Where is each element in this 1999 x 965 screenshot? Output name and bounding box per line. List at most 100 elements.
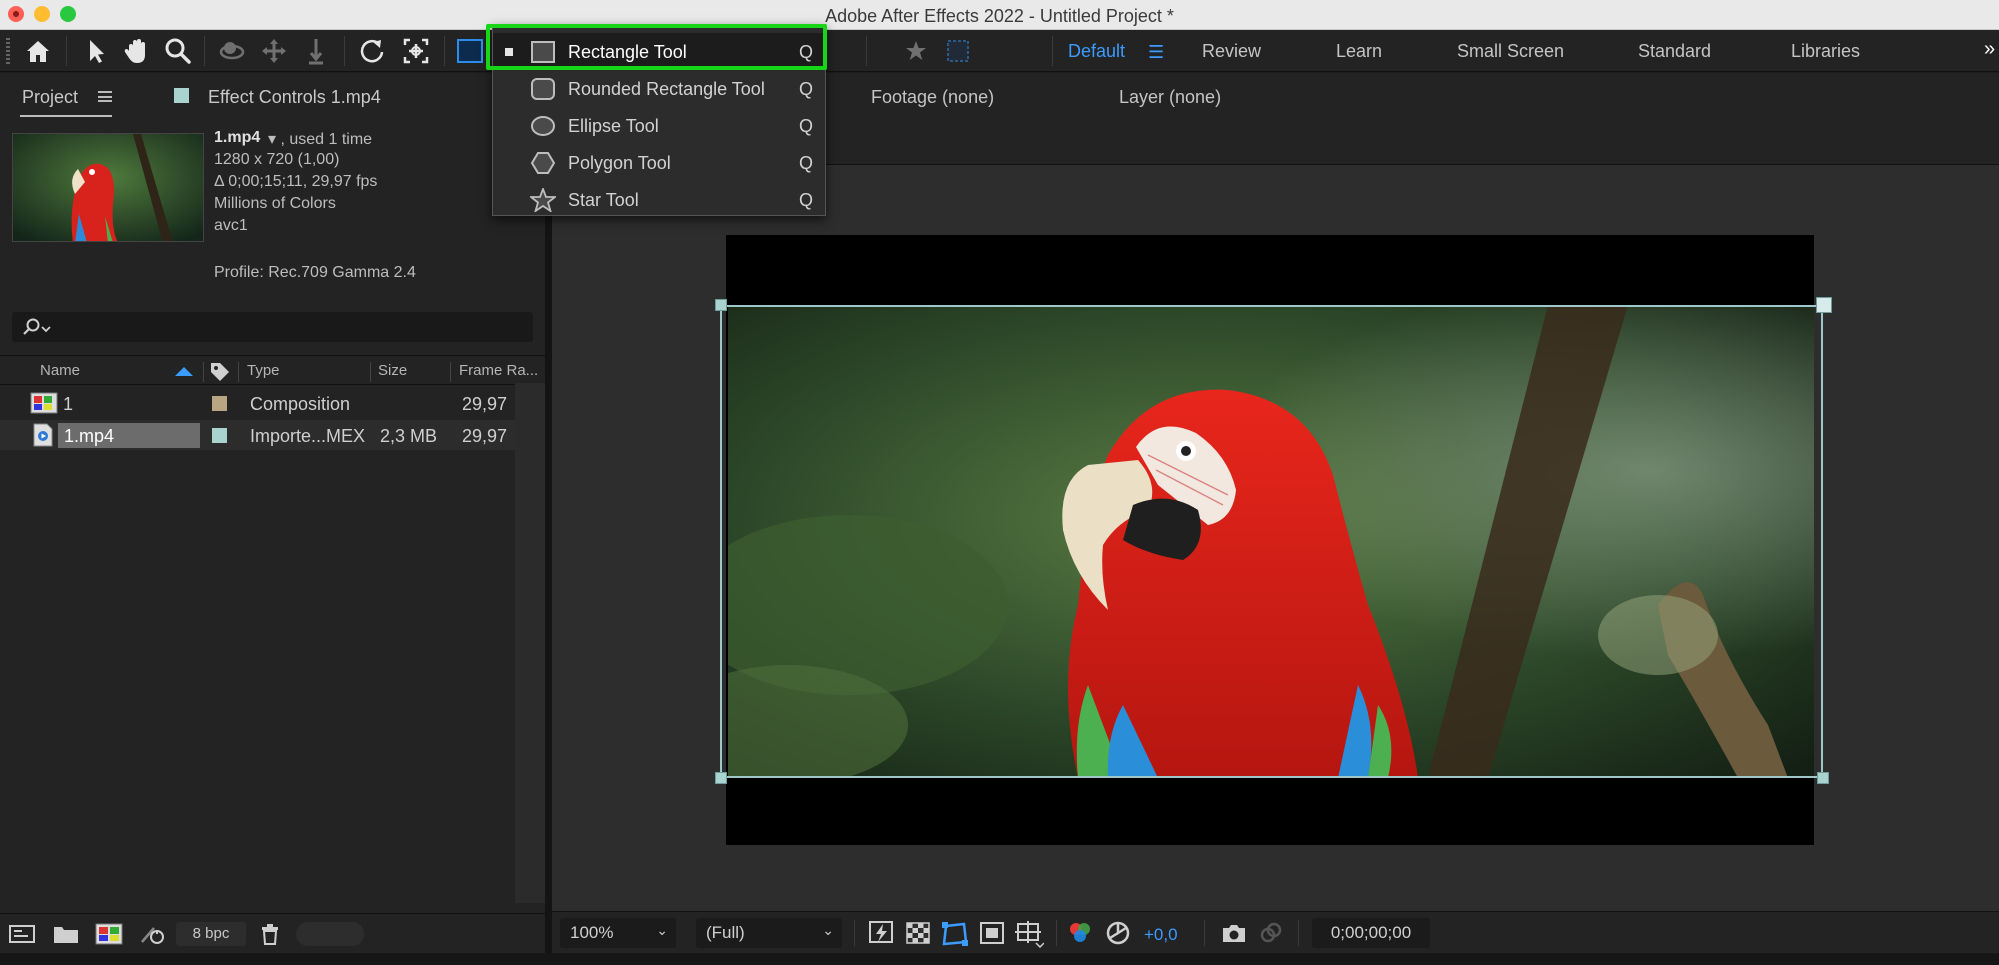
menu-item-rounded-rectangle-tool[interactable]: Rounded Rectangle Tool Q: [493, 70, 825, 107]
bit-depth-button[interactable]: 8 bpc: [176, 922, 246, 946]
shape-tool-button[interactable]: [454, 36, 486, 66]
interpret-footage-icon[interactable]: [8, 922, 38, 946]
tab-layer[interactable]: Layer (none): [1119, 87, 1221, 108]
selection-tool-button[interactable]: [78, 34, 114, 68]
column-separator[interactable]: [370, 362, 371, 382]
menu-item-rectangle-tool[interactable]: Rectangle Tool Q: [493, 33, 825, 70]
transform-handle-top-right[interactable]: [1816, 297, 1832, 313]
column-size[interactable]: Size: [378, 362, 407, 379]
toolbar-separator: [1052, 36, 1053, 66]
tab-footage[interactable]: Footage (none): [871, 87, 994, 108]
transparency-grid-icon[interactable]: [904, 920, 932, 946]
ellipse-icon: [530, 114, 556, 138]
mask-path-visibility-icon[interactable]: [940, 920, 970, 948]
tab-effect-controls[interactable]: Effect Controls 1.mp4: [208, 87, 381, 108]
project-settings-icon[interactable]: [138, 922, 168, 946]
grid-guides-icon[interactable]: [1014, 920, 1044, 948]
show-snapshot-icon[interactable]: [1256, 920, 1284, 946]
row-name-selected[interactable]: 1.mp4: [58, 423, 200, 448]
column-separator[interactable]: [450, 362, 451, 382]
snapshot-camera-icon[interactable]: [1220, 920, 1248, 946]
menu-item-polygon-tool[interactable]: Polygon Tool Q: [493, 144, 825, 181]
tools-toolbar: Default ☰ Review Learn Small Screen Stan…: [0, 30, 1999, 72]
toolbar-grip[interactable]: [6, 38, 10, 64]
project-row-footage[interactable]: 1.mp4 Importe...MEX 2,3 MB 29,97: [0, 420, 515, 450]
project-search-input[interactable]: [12, 312, 533, 342]
label-color-swatch[interactable]: [212, 396, 227, 411]
rotate-tool-button[interactable]: [354, 34, 390, 68]
row-name: 1: [63, 394, 74, 414]
column-type[interactable]: Type: [247, 362, 280, 379]
anchor-point-tool-button[interactable]: [398, 34, 434, 68]
dolly-camera-button[interactable]: [298, 34, 334, 68]
composition-icon: [30, 392, 58, 414]
zoom-tool-button[interactable]: [160, 34, 196, 68]
workspace-learn[interactable]: Learn: [1336, 41, 1382, 62]
panel-menu-icon[interactable]: [98, 91, 112, 102]
search-icon: [23, 318, 51, 335]
sort-ascending-icon[interactable]: [173, 365, 195, 377]
workspace-standard[interactable]: Standard: [1638, 41, 1711, 62]
puppet-star-button[interactable]: [898, 34, 934, 68]
resolution-select[interactable]: (Full) ⌄: [696, 918, 842, 948]
snapping-button[interactable]: [940, 34, 976, 68]
more-workspaces-icon[interactable]: »: [1984, 38, 1995, 61]
menu-item-label: Star Tool: [568, 190, 639, 210]
project-bottom-bar: 8 bpc: [0, 913, 545, 953]
row-name: 1.mp4: [64, 426, 115, 446]
footage-thumbnail: [12, 133, 204, 242]
workspace-small-screen[interactable]: Small Screen: [1457, 41, 1564, 62]
transform-handle-bottom-right[interactable]: [1817, 772, 1829, 784]
footer-separator: [1298, 920, 1299, 946]
composition-frame: [726, 235, 1814, 845]
trash-icon[interactable]: [258, 922, 282, 946]
workspace-libraries[interactable]: Libraries: [1791, 41, 1860, 62]
column-separator[interactable]: [238, 362, 239, 382]
new-composition-icon[interactable]: [94, 922, 124, 946]
column-separator[interactable]: [203, 362, 204, 382]
menu-item-label: Polygon Tool: [568, 153, 671, 173]
reset-exposure-icon[interactable]: [1104, 920, 1132, 946]
polygon-icon: [530, 151, 556, 175]
transform-handle-bottom-left[interactable]: [715, 772, 727, 784]
menu-item-star-tool[interactable]: Star Tool Q: [493, 181, 825, 218]
project-panel: Project Effect Controls 1.mp4 1.mp4 ▾ , …: [0, 73, 545, 953]
fast-previews-icon[interactable]: [868, 920, 896, 946]
menu-item-ellipse-tool[interactable]: Ellipse Tool Q: [493, 107, 825, 144]
selected-bullet-icon: [505, 48, 513, 56]
title-bar: Adobe After Effects 2022 - Untitled Proj…: [0, 0, 1999, 30]
label-tag-icon[interactable]: [209, 361, 231, 381]
video-layer[interactable]: [728, 305, 1814, 778]
channel-rgb-icon[interactable]: [1066, 920, 1094, 946]
tab-project[interactable]: Project: [22, 87, 78, 108]
label-color-swatch[interactable]: [212, 428, 227, 443]
toolbar-separator: [344, 36, 345, 66]
new-folder-icon[interactable]: [52, 922, 80, 946]
row-type: Composition: [250, 394, 351, 414]
menu-item-shortcut: Q: [799, 153, 814, 173]
selection-arrow-icon: [90, 40, 104, 63]
workspace-default[interactable]: Default: [1068, 41, 1125, 62]
snapping-icon: [947, 40, 969, 62]
exposure-value[interactable]: +0,0: [1144, 925, 1178, 945]
workspace-review[interactable]: Review: [1202, 41, 1261, 62]
hand-tool-button[interactable]: [118, 34, 154, 68]
toolbar-separator: [66, 36, 67, 66]
footage-resolution: 1280 x 720 (1,00): [214, 151, 340, 168]
menu-item-label: Rounded Rectangle Tool: [568, 79, 765, 99]
project-row-composition[interactable]: 1 Composition 29,97: [0, 388, 515, 418]
magnification-select[interactable]: 100% ⌄: [560, 918, 676, 948]
region-of-interest-icon[interactable]: [978, 920, 1006, 946]
transform-handle-top-left[interactable]: [715, 299, 727, 311]
column-frame-rate[interactable]: Frame Ra...: [459, 362, 538, 379]
column-name[interactable]: Name: [40, 362, 80, 379]
thumbnail-size-slider[interactable]: [296, 922, 364, 946]
home-button[interactable]: [20, 34, 56, 68]
orbit-camera-button[interactable]: [214, 34, 250, 68]
menu-item-shortcut: Q: [799, 79, 814, 99]
viewer-canvas[interactable]: [552, 165, 1999, 911]
project-scrollbar[interactable]: [515, 383, 545, 903]
pan-camera-button[interactable]: [256, 34, 292, 68]
current-time-display[interactable]: 0;00;00;00: [1312, 918, 1430, 948]
workspace-menu-icon[interactable]: ☰: [1148, 42, 1164, 63]
